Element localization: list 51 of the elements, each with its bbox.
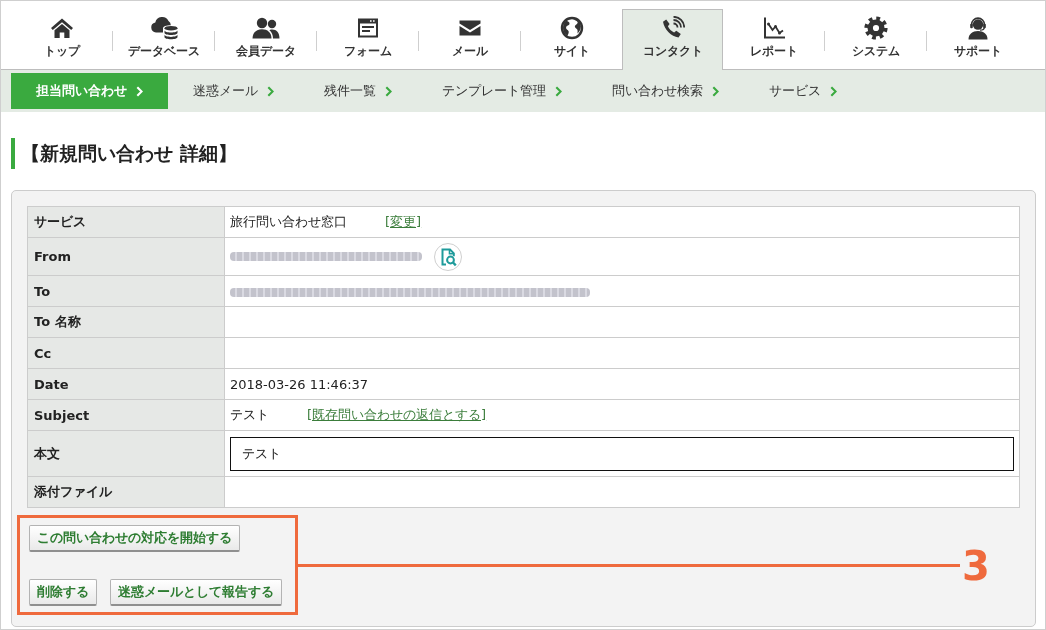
gear-icon: [863, 16, 888, 40]
action-button[interactable]: 削除する: [29, 579, 97, 606]
headset-person-icon: [965, 16, 990, 40]
nav-tab[interactable]: コンタクト: [622, 9, 723, 70]
field-label: 添付ファイル: [27, 476, 225, 508]
browser-window-icon: [355, 16, 380, 40]
field-value: 2018-03-26 11:46:37: [230, 376, 369, 392]
annotation-label: 3: [962, 544, 990, 588]
field-label: サービス: [27, 206, 225, 238]
nav-tab[interactable]: データベース: [113, 9, 214, 70]
nav-tab[interactable]: サイト: [521, 9, 622, 70]
globe-icon: [559, 16, 584, 40]
nav-tab[interactable]: 会員データ: [215, 9, 316, 70]
sub-nav-tab[interactable]: 迷惑メール: [168, 73, 299, 109]
page-title: 【新規問い合わせ 詳細】: [11, 138, 237, 169]
field-label: Date: [27, 368, 225, 400]
sub-nav-tab[interactable]: テンプレート管理: [417, 73, 587, 109]
field-label: To 名称: [27, 306, 225, 338]
field-label: To: [27, 275, 225, 307]
cloud-database-icon: [148, 16, 179, 40]
sub-nav-tab[interactable]: 残件一覧: [299, 73, 417, 109]
field-label: Cc: [27, 337, 225, 369]
text-link[interactable]: [変更]: [385, 214, 422, 229]
chevron-icon: [830, 85, 837, 97]
sub-nav-tab[interactable]: 問い合わせ検索: [587, 73, 744, 109]
message-body-box: テスト: [230, 436, 1014, 471]
chevron-icon: [712, 85, 719, 97]
action-button[interactable]: 迷惑メールとして報告する: [110, 579, 282, 606]
home-icon: [49, 16, 74, 40]
chevron-icon: [555, 85, 562, 97]
nav-tab[interactable]: メール: [419, 9, 520, 70]
nav-tab[interactable]: フォーム: [317, 9, 418, 70]
nav-tab[interactable]: レポート: [723, 9, 824, 70]
chevron-icon: [267, 85, 274, 97]
field-label: From: [27, 237, 225, 276]
nav-tab[interactable]: トップ: [11, 9, 112, 70]
action-button[interactable]: この問い合わせの対応を開始する: [29, 525, 240, 552]
line-chart-icon: [761, 16, 786, 40]
field-label: 本文: [27, 430, 225, 477]
nav-tab[interactable]: サポート: [927, 9, 1028, 70]
phone-signal-icon: [660, 16, 685, 40]
sub-nav-tab[interactable]: サービス: [744, 73, 862, 109]
text-link[interactable]: [既存問い合わせの返信とする]: [307, 407, 487, 422]
users-icon: [251, 16, 280, 40]
field-label: Subject: [27, 399, 225, 431]
nav-tab[interactable]: システム: [825, 9, 926, 70]
chevron-icon: [385, 85, 392, 97]
chevron-icon: [136, 85, 143, 97]
document-search-icon[interactable]: [434, 242, 462, 271]
field-value: 旅行問い合わせ窓口: [230, 214, 347, 229]
field-value: テスト: [230, 407, 269, 422]
